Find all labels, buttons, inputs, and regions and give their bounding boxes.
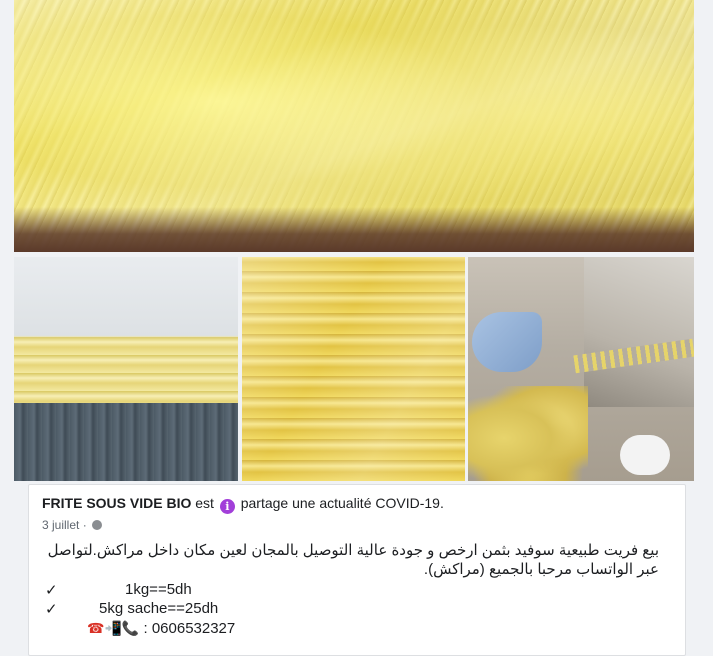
photo-bag-shine: [242, 257, 465, 481]
post-verb: est: [195, 495, 214, 511]
photo-potatoes: [468, 386, 588, 481]
post-meta: 3 juillet ·: [42, 518, 103, 532]
post-photo-4[interactable]: [468, 257, 694, 481]
post-action-text: partage une actualité COVID-19.: [240, 495, 444, 511]
post-photo-2[interactable]: [14, 257, 238, 481]
meta-separator: ·: [82, 518, 87, 532]
globe-icon[interactable]: [92, 520, 103, 530]
info-icon[interactable]: i: [219, 499, 235, 514]
post-body: بيع فريت طبيعية سوفيد بثمن ارخص و جودة ع…: [29, 541, 659, 579]
photo-machine: [584, 257, 694, 407]
photo-glove-white: [620, 435, 670, 475]
checkmark-icon: ✓: [45, 601, 58, 618]
post-header: FRITE SOUS VIDE BIO est i partage une ac…: [42, 495, 444, 514]
checkmark-icon: ✓: [45, 582, 58, 599]
contact-line: ☎📲📞 : 0606532327: [87, 620, 235, 637]
post-date-link[interactable]: 3 juillet: [42, 518, 79, 532]
post-photo-main[interactable]: [14, 0, 694, 252]
contact-phone-number: : 0606532327: [143, 620, 236, 637]
page-name-link[interactable]: FRITE SOUS VIDE BIO: [42, 495, 191, 511]
post-body-line: عبر الواتساب مرحبا بالجميع (مراكش).: [423, 561, 659, 578]
photo-table-surface: [14, 207, 694, 252]
photo-crate: [14, 403, 238, 481]
post-card: FRITE SOUS VIDE BIO est i partage une ac…: [28, 484, 686, 656]
telephone-icon: ☎📲📞: [87, 620, 140, 636]
price-line-5kg: 5kg sache==25dh: [99, 600, 219, 617]
post-photo-3[interactable]: [242, 257, 465, 481]
post-body-line: بيع فريت طبيعية سوفيد بثمن ارخص و جودة ع…: [47, 542, 659, 559]
photo-glove: [472, 312, 542, 372]
price-line-1kg: 1kg==5dh: [125, 581, 192, 598]
